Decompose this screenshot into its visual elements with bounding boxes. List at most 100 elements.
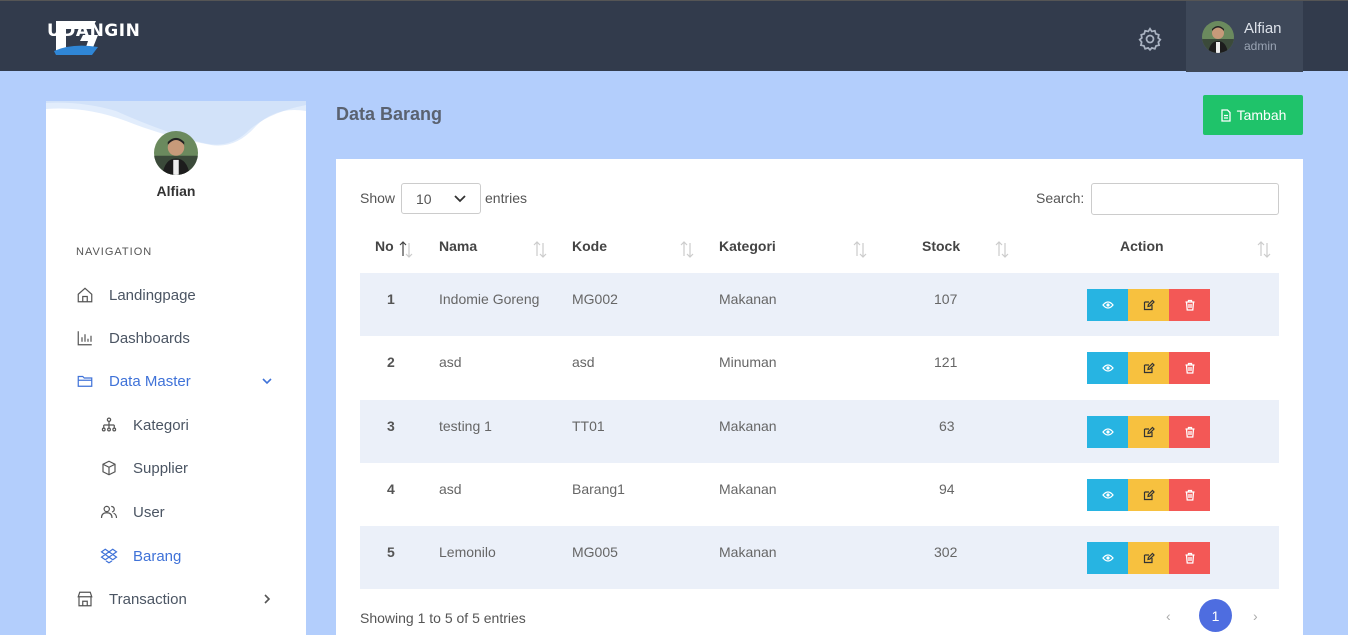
sidebar-item-supplier[interactable]: Supplier (46, 453, 306, 483)
column-header-action: Action (1120, 238, 1164, 254)
sidebar-item-label: Transaction (109, 590, 187, 608)
edit-button[interactable] (1128, 416, 1169, 448)
table-info: Showing 1 to 5 of 5 entries (360, 610, 526, 626)
gear-icon[interactable] (1137, 26, 1163, 52)
table-row: 1 Indomie Goreng MG002 Makanan 107 (360, 273, 1279, 336)
nav-heading: NAVIGATION (76, 246, 153, 258)
cell-no: 1 (387, 291, 395, 307)
sidebar: Alfian NAVIGATION Landingpage Dashboards… (46, 101, 306, 635)
cell-no: 4 (387, 481, 395, 497)
cell-kode: MG005 (572, 544, 618, 560)
sort-icon[interactable] (532, 238, 548, 260)
table-row: 4 asd Barang1 Makanan 94 (360, 463, 1279, 526)
sidebar-item-label: Dashboards (109, 329, 190, 347)
row-actions (1087, 479, 1210, 511)
delete-button[interactable] (1169, 542, 1210, 574)
row-actions (1087, 289, 1210, 321)
edit-icon (1143, 426, 1155, 438)
column-header-kategori[interactable]: Kategori (719, 238, 776, 254)
eye-icon (1101, 554, 1114, 562)
delete-button[interactable] (1169, 479, 1210, 511)
column-header-stock[interactable]: Stock (922, 238, 960, 254)
table-row: 3 testing 1 TT01 Makanan 63 (360, 400, 1279, 463)
cell-kategori: Makanan (719, 544, 777, 560)
eye-icon (1101, 364, 1114, 372)
sidebar-item-user[interactable]: User (46, 497, 306, 527)
sidebar-item-barang[interactable]: Barang (46, 541, 306, 571)
view-button[interactable] (1087, 416, 1128, 448)
delete-button[interactable] (1169, 289, 1210, 321)
edit-button[interactable] (1128, 542, 1169, 574)
eye-icon (1101, 301, 1114, 309)
cell-stock: 121 (934, 354, 958, 370)
chevron-down-icon (454, 195, 466, 203)
cell-kategori: Makanan (719, 418, 777, 434)
column-header-nama[interactable]: Nama (439, 238, 477, 254)
sidebar-item-label: Data Master (109, 372, 191, 390)
file-plus-icon (1220, 108, 1231, 122)
edit-button[interactable] (1128, 352, 1169, 384)
edit-icon (1143, 299, 1155, 311)
cell-kode: TT01 (572, 418, 605, 434)
pagination-previous[interactable]: ‹ (1166, 608, 1171, 624)
sidebar-item-label: Kategori (133, 416, 189, 434)
sidebar-item-landingpage[interactable]: Landingpage (46, 280, 306, 310)
eye-icon (1101, 491, 1114, 499)
view-button[interactable] (1087, 542, 1128, 574)
view-button[interactable] (1087, 479, 1128, 511)
hierarchy-icon (101, 417, 117, 432)
user-menu[interactable]: Alfian admin (1186, 1, 1303, 72)
dropbox-icon (100, 548, 118, 564)
trash-icon (1185, 299, 1194, 311)
page-size-select[interactable]: 10 (401, 183, 481, 214)
cell-kategori: Makanan (719, 481, 777, 497)
sidebar-item-data-master[interactable]: Data Master (46, 366, 306, 396)
show-label: Show (360, 190, 396, 206)
sidebar-item-dashboards[interactable]: Dashboards (46, 323, 306, 353)
cell-kode: asd (572, 354, 595, 370)
row-actions (1087, 352, 1210, 384)
edit-button[interactable] (1128, 479, 1169, 511)
row-actions (1087, 416, 1210, 448)
sidebar-item-label: Barang (133, 547, 182, 565)
pagination-page-1[interactable]: 1 (1199, 599, 1232, 632)
delete-button[interactable] (1169, 416, 1210, 448)
cell-nama: asd (439, 481, 462, 497)
view-button[interactable] (1087, 289, 1128, 321)
sidebar-item-label: Landingpage (109, 286, 196, 304)
brand-name: UDANGIN (47, 21, 141, 41)
profile-name: Alfian (156, 183, 196, 199)
cell-kategori: Makanan (719, 291, 777, 307)
sort-icon[interactable] (1256, 238, 1272, 260)
cell-nama: asd (439, 354, 462, 370)
pagination-next[interactable]: › (1253, 608, 1258, 624)
chevron-right-icon (264, 594, 271, 604)
sort-icon[interactable] (398, 238, 414, 260)
delete-button[interactable] (1169, 352, 1210, 384)
column-header-kode[interactable]: Kode (572, 238, 607, 254)
trash-icon (1185, 426, 1194, 438)
cell-no: 2 (387, 354, 395, 370)
search-label: Search: (1036, 190, 1085, 206)
column-header-no[interactable]: No (375, 238, 394, 254)
store-icon (77, 591, 93, 607)
cell-no: 3 (387, 418, 395, 434)
edit-icon (1143, 489, 1155, 501)
sidebar-item-label: User (133, 503, 165, 521)
sort-icon[interactable] (994, 238, 1010, 260)
edit-icon (1143, 362, 1155, 374)
cell-stock: 94 (939, 481, 955, 497)
sidebar-item-transaction[interactable]: Transaction (46, 584, 306, 614)
sort-icon[interactable] (852, 238, 868, 260)
sort-icon[interactable] (679, 238, 695, 260)
view-button[interactable] (1087, 352, 1128, 384)
sidebar-item-label: Supplier (133, 459, 189, 477)
box-icon (102, 460, 116, 476)
add-button[interactable]: Tambah (1203, 95, 1303, 135)
cell-kategori: Minuman (719, 354, 777, 370)
user-name: Alfian (1244, 20, 1282, 37)
edit-button[interactable] (1128, 289, 1169, 321)
user-role: admin (1244, 39, 1277, 53)
search-input[interactable] (1091, 183, 1279, 215)
sidebar-item-kategori[interactable]: Kategori (46, 410, 306, 440)
